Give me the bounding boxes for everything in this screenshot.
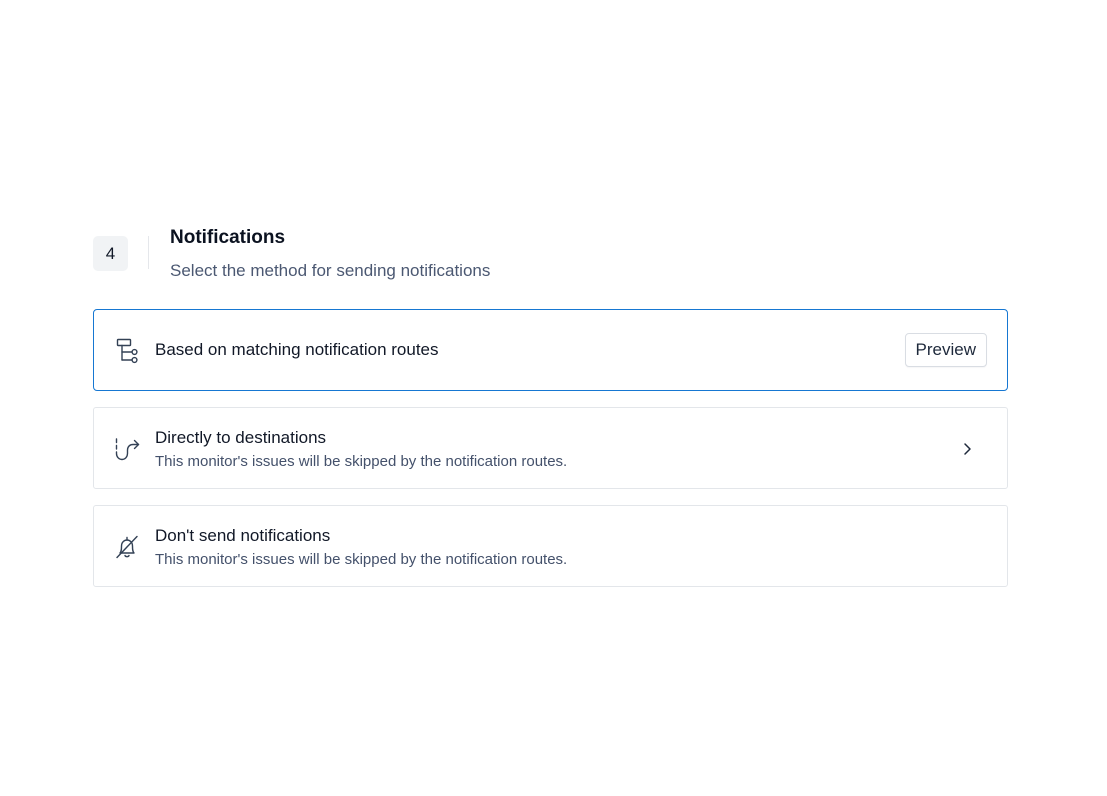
option-dont-send[interactable]: Don't send notifications This monitor's …: [93, 505, 1008, 587]
option-direct-destinations[interactable]: Directly to destinations This monitor's …: [93, 407, 1008, 489]
section-header: 4 Notifications Select the method for se…: [93, 224, 1008, 294]
redirect-arrow-icon: [115, 438, 140, 461]
routes-icon: [116, 338, 138, 364]
chevron-right-icon[interactable]: [961, 441, 973, 457]
notifications-section: 4 Notifications Select the method for se…: [93, 224, 1008, 587]
option-title: Based on matching notification routes: [155, 340, 439, 359]
option-description: This monitor's issues will be skipped by…: [155, 551, 568, 568]
section-subtitle: Select the method for sending notificati…: [170, 261, 491, 280]
section-title: Notifications: [170, 227, 286, 248]
option-description: This monitor's issues will be skipped by…: [155, 453, 568, 470]
option-title: Directly to destinations: [155, 428, 327, 447]
option-title: Don't send notifications: [155, 526, 331, 545]
option-notification-routes[interactable]: Based on matching notification routes Pr…: [93, 309, 1008, 391]
preview-button[interactable]: Preview: [904, 333, 987, 367]
bell-off-icon: [116, 535, 138, 559]
header-divider: [148, 236, 149, 269]
step-number-badge: 4: [93, 236, 128, 271]
